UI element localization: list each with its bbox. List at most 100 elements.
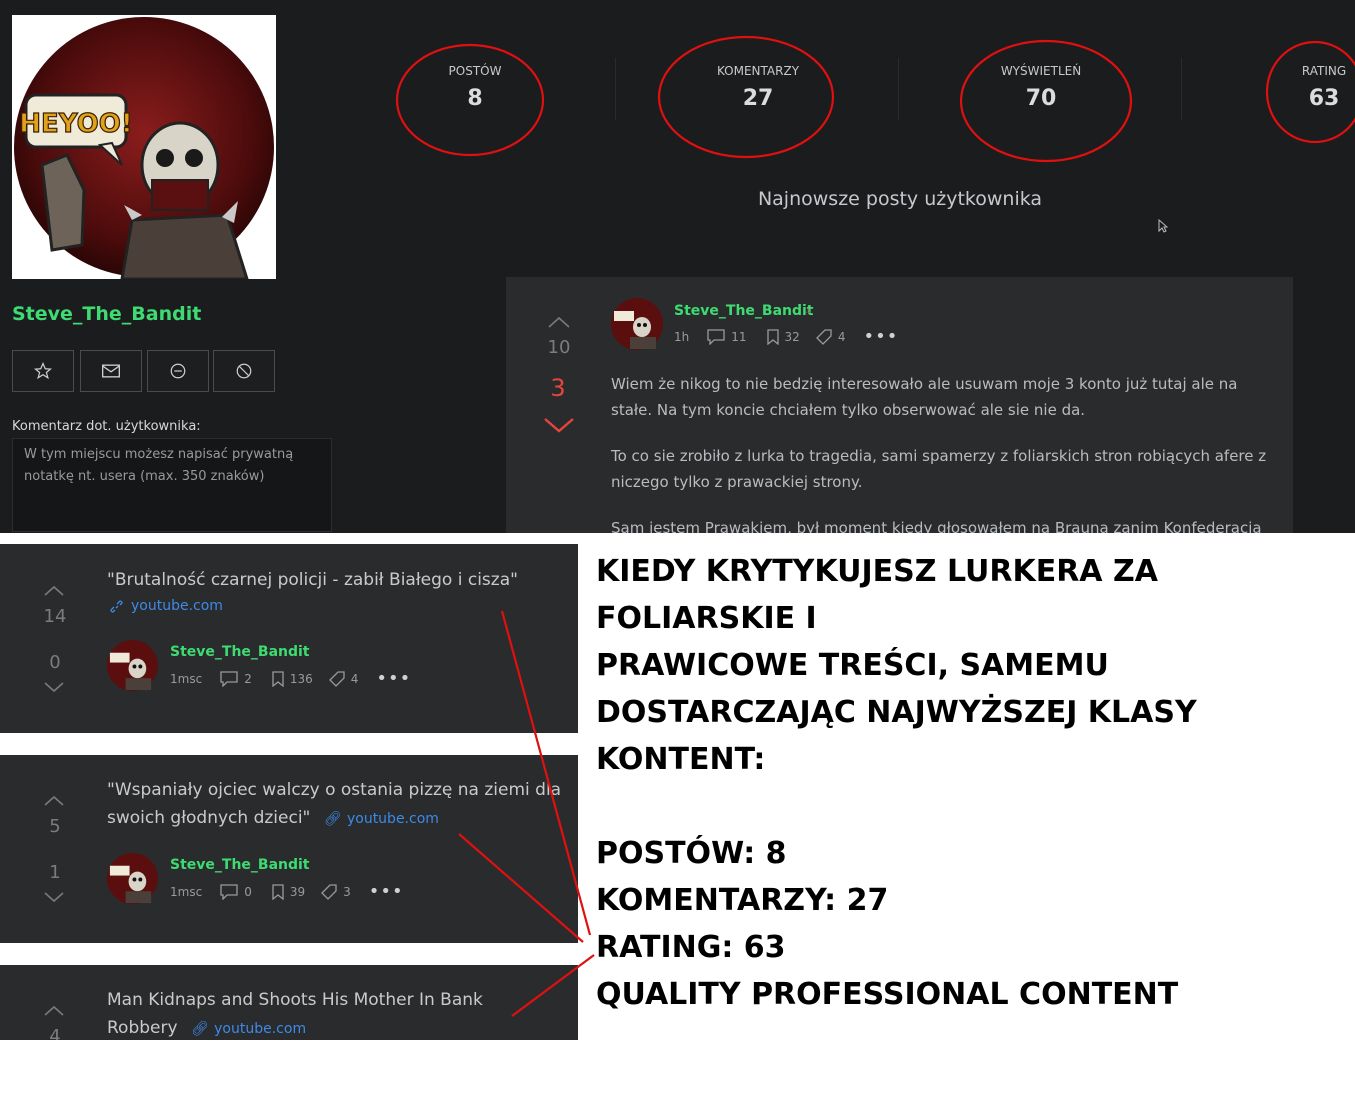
stat-posts: POSTÓW 8 [405,64,545,111]
caption-line: RATING: 63 [596,930,786,965]
author-avatar[interactable] [610,297,664,351]
post-link[interactable]: youtube.com [347,811,439,827]
post-age: 1msc [170,885,203,899]
ignore-button[interactable] [147,350,209,392]
tag-count: 4 [837,330,846,344]
post-meta: 1h 11 32 4 ••• [674,328,898,346]
tag-icon[interactable] [328,671,345,687]
post-title-text: swoich głodnych dzieci" [107,808,311,828]
message-button[interactable] [80,350,142,392]
profile-panel: HEYOO! Steve_The_Bandit Komentarz dot. u… [0,0,1355,533]
mail-icon [102,364,120,378]
stat-value: 27 [742,86,774,111]
downvote-count: 1 [49,862,61,883]
upvote-count: 5 [49,816,61,837]
stat-divider [898,58,899,120]
upvote-icon[interactable] [547,315,571,329]
post-title-text: Robbery [107,1018,178,1038]
latest-posts-heading: Najnowsze posty użytkownika [757,188,1043,210]
post-body: Wiem że nikog to nie bedzię interesowało… [611,371,1281,533]
post-link[interactable]: youtube.com [131,598,223,614]
more-options-icon[interactable]: ••• [863,328,898,346]
downvote-icon[interactable] [543,416,575,434]
stat-comments: KOMENTARZY 27 [688,64,828,111]
more-options-icon[interactable]: ••• [376,670,411,688]
post-list-item: 14 0 "Brutalność czarnej policji - zabił… [0,544,578,733]
post-title[interactable]: "Brutalność czarnej policji - zabił Biał… [107,566,518,594]
stat-divider [615,58,616,120]
post-age: 1h [674,330,690,344]
post-author[interactable]: Steve_The_Bandit [674,303,814,319]
bookmark-count: 39 [289,885,306,899]
post-paragraph: Wiem że nikog to nie bedzię interesowało… [611,375,1238,419]
post-author[interactable]: Steve_The_Bandit [170,857,310,873]
author-avatar[interactable] [106,639,159,692]
caption-line: POSTÓW: 8 [596,836,787,871]
caption-line: KIEDY KRYTYKUJESZ LURKERA ZA FOLIARSKIE … [596,554,1158,636]
bookmark-icon[interactable] [766,329,779,345]
upvote-icon[interactable] [43,584,65,597]
block-button[interactable] [213,350,275,392]
post-title-line: "Wspaniały ojciec walczy o ostania pizzę… [107,780,562,800]
upvote-icon[interactable] [43,794,65,807]
stat-label: WYŚWIETLEŃ [1000,64,1082,78]
post-title-line: Man Kidnaps and Shoots His Mother In Ban… [107,990,483,1010]
comment-icon[interactable] [220,884,238,900]
note-label: Komentarz dot. użytkownika: [12,419,201,434]
downvote-icon[interactable] [43,681,65,694]
bookmark-count: 32 [784,330,800,344]
author-avatar[interactable] [106,852,159,905]
favorite-button[interactable] [12,350,74,392]
meme-caption: KIEDY KRYTYKUJESZ LURKERA ZA FOLIARSKIE … [596,548,1346,1018]
block-icon [236,363,252,379]
online-dot-icon: ▵ [806,306,811,316]
post-author[interactable]: Steve_The_Bandit [170,644,310,660]
user-note-field[interactable]: W tym miejscu możesz napisać prywatną no… [12,438,332,532]
caption-line: KOMENTARZY: 27 [596,883,889,918]
avatar-speech-text: HEYOO! [19,109,132,139]
star-icon [34,362,52,380]
stat-value: 63 [1308,86,1340,111]
stat-views: WYŚWIETLEŃ 70 [971,64,1111,111]
bookmark-count: 136 [289,672,313,686]
caption-line: DOSTARCZAJĄC NAJWYŻSZEJ KLASY [596,695,1197,730]
link-icon: 🔗︎ [323,811,342,827]
post-paragraph: Sam jestem Prawakiem, był moment kiedy g… [611,519,1262,533]
post-link[interactable]: youtube.com [214,1021,306,1037]
featured-post-card: 10 3 Steve_The_Bandit ▵ 1h 11 32 4 ••• W… [506,277,1293,533]
post-title[interactable]: "Wspaniały ojciec walczy o ostania pizzę… [107,776,577,833]
upvote-count: 4 [49,1026,61,1040]
comment-icon[interactable] [707,329,725,345]
caption-line [596,783,1346,830]
stat-value: 70 [1025,86,1057,111]
post-title-line: Robbery 🔗︎ youtube.com [107,1014,577,1040]
tag-icon[interactable] [321,884,337,900]
tag-count: 3 [343,885,351,899]
stat-label: KOMENTARZY [716,64,800,78]
comment-icon[interactable] [220,671,238,687]
post-meta: 1msc 0 39 3 ••• [170,883,404,901]
upvote-count: 10 [547,337,571,358]
more-options-icon[interactable]: ••• [369,883,404,901]
comment-count: 11 [731,330,747,344]
downvote-icon[interactable] [43,891,65,904]
post-paragraph: To co sie zrobiło z lurka to tragedia, s… [611,447,1267,491]
avatar[interactable]: HEYOO! [12,15,276,279]
bookmark-icon[interactable] [272,884,284,900]
link-icon: 🔗︎ [190,1021,209,1037]
profile-username: Steve_The_Bandit [12,303,202,325]
post-age: 1msc [170,672,203,686]
tag-icon[interactable] [815,329,832,345]
caption-line: KONTENT: [596,742,766,777]
minus-circle-icon [170,363,186,379]
post-title[interactable]: Man Kidnaps and Shoots His Mother In Ban… [107,986,577,1040]
tag-count: 4 [350,672,359,686]
upvote-icon[interactable] [43,1004,65,1017]
stat-label: RATING [1301,64,1347,78]
caption-line: PRAWICOWE TREŚCI, SAMEMU [596,648,1109,683]
post-meta: 1msc 2 136 4 ••• [170,670,411,688]
comment-count: 0 [244,885,252,899]
bookmark-icon[interactable] [272,671,284,687]
stat-divider [1181,58,1182,120]
comment-count: 2 [244,672,252,686]
